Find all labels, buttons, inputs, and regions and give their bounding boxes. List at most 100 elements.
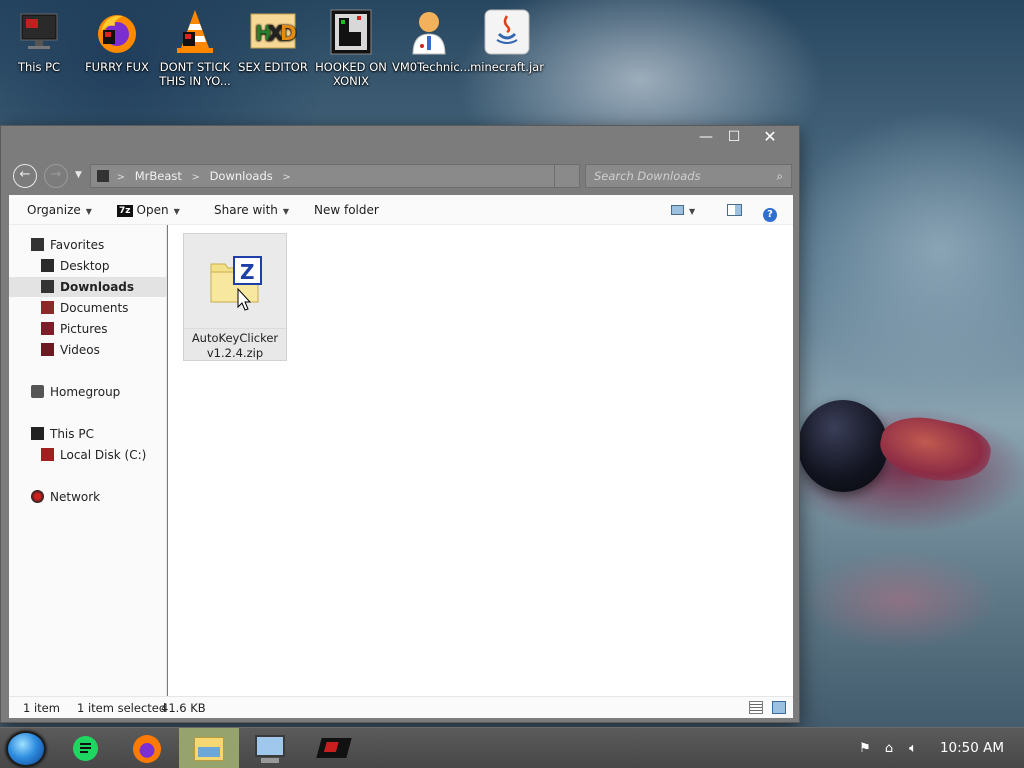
pictures-icon xyxy=(41,322,54,335)
address-history-button[interactable] xyxy=(554,164,580,188)
nav-item-pictures[interactable]: Pictures xyxy=(9,319,167,339)
svg-text:Z: Z xyxy=(240,260,255,284)
file-thumbnail: Z xyxy=(184,234,286,329)
desktop-icon-label: HOOKED ON XONIX xyxy=(315,60,387,88)
search-placeholder: Search Downloads xyxy=(594,169,701,183)
desktop-icon-furry-fux[interactable]: FURRY FUX xyxy=(80,8,154,74)
breadcrumb-item-downloads[interactable]: Downloads xyxy=(210,169,273,183)
nav-item-label: Local Disk (C:) xyxy=(60,448,147,462)
nav-item-label: Pictures xyxy=(60,322,108,336)
new-folder-button[interactable]: New folder xyxy=(308,195,385,225)
open-button[interactable]: 7z Open ▼ xyxy=(111,195,186,225)
desktop-folder-icon xyxy=(41,259,54,272)
chevron-down-icon: ▼ xyxy=(282,207,290,216)
change-view-button[interactable]: ▼ xyxy=(665,195,701,225)
help-button[interactable]: ? xyxy=(757,195,783,225)
breadcrumb-separator: > xyxy=(191,172,200,183)
minimize-button[interactable]: — xyxy=(691,126,721,148)
search-icon[interactable]: ⌕ xyxy=(777,165,783,187)
details-view-icon[interactable] xyxy=(749,701,763,714)
desktop-icon-hooked-on-xonix[interactable]: HOOKED ON XONIX xyxy=(314,8,388,88)
desktop-icon-label: SEX EDITOR xyxy=(238,60,308,74)
monitor-icon xyxy=(15,8,63,56)
close-button[interactable]: ✕ xyxy=(755,126,785,148)
taskbar-app-red[interactable] xyxy=(303,728,363,768)
nav-item-label: Desktop xyxy=(60,259,110,273)
view-icon xyxy=(671,205,684,215)
java-icon xyxy=(483,8,531,56)
desktop-icon-vm0technic[interactable]: VM0Technic... xyxy=(392,8,471,74)
disk-drive-icon xyxy=(41,448,54,461)
title-bar[interactable]: — ☐ ✕ xyxy=(1,126,799,158)
7zip-icon: 7z xyxy=(117,204,133,217)
desktop-icon-vlc[interactable]: DONT STICK THIS IN YO... xyxy=(158,8,232,88)
network-icon[interactable]: ⌂ xyxy=(881,741,897,757)
address-bar[interactable]: > MrBeast > Downloads > xyxy=(90,164,580,188)
chevron-down-icon: ▼ xyxy=(75,170,82,180)
desktop-icon-label: FURRY FUX xyxy=(85,60,149,74)
nav-item-documents[interactable]: Documents xyxy=(9,298,167,318)
nav-item-favorites[interactable]: Favorites xyxy=(9,235,167,255)
zip-archive-icon: Z xyxy=(210,256,262,311)
network-icon xyxy=(31,490,44,503)
desktop-icon-this-pc[interactable]: This PC xyxy=(2,8,76,74)
xonix-game-icon xyxy=(327,8,375,56)
share-with-button[interactable]: Share with ▼ xyxy=(208,195,295,225)
firefox-icon xyxy=(133,735,161,763)
taskbar-app-remote-desktop[interactable] xyxy=(241,728,301,768)
taskbar-app-file-explorer[interactable] xyxy=(179,728,239,768)
nav-item-label: Homegroup xyxy=(50,385,121,399)
favorites-icon xyxy=(31,238,44,251)
search-input[interactable]: Search Downloads ⌕ xyxy=(585,164,792,188)
maximize-button[interactable]: ☐ xyxy=(719,126,749,148)
organize-button[interactable]: Organize ▼ xyxy=(21,195,98,225)
nav-item-label: Videos xyxy=(60,343,100,357)
monitor-icon xyxy=(31,427,44,440)
svg-text:D: D xyxy=(280,21,297,45)
file-item[interactable]: Z AutoKeyClicker v1.2.4.zip xyxy=(183,233,287,361)
vlc-cone-icon xyxy=(171,8,219,56)
volume-icon[interactable]: 🔈︎ xyxy=(905,741,921,757)
back-button[interactable]: ← xyxy=(13,164,37,188)
breadcrumb-item-mrbeast[interactable]: MrBeast xyxy=(135,169,182,183)
preview-pane-button[interactable] xyxy=(721,195,748,225)
desktop-icon-sex-editor[interactable]: H X D SEX EDITOR xyxy=(236,8,310,74)
nav-item-label: Favorites xyxy=(50,238,105,252)
nav-item-downloads[interactable]: Downloads xyxy=(9,277,167,297)
arrow-right-icon: → xyxy=(50,167,62,182)
file-name-line2: v1.2.4.zip xyxy=(206,346,264,360)
desktop-icon-minecraft-jar[interactable]: minecraft.jar xyxy=(470,8,544,74)
breadcrumb-separator: > xyxy=(116,172,126,183)
downloads-icon xyxy=(41,280,54,293)
nav-item-label: Network xyxy=(50,490,101,504)
chevron-down-icon[interactable]: ▼ xyxy=(174,207,180,216)
recent-locations-button[interactable]: ▼ xyxy=(75,170,82,180)
large-icons-view-icon[interactable] xyxy=(772,701,786,714)
desktop-icon-label: This PC xyxy=(17,60,61,74)
action-center-flag-icon[interactable]: ⚑ xyxy=(857,741,873,757)
selection-status: 1 item selected xyxy=(77,701,167,715)
location-icon xyxy=(97,170,109,182)
start-button[interactable] xyxy=(6,731,46,767)
nav-item-this-pc[interactable]: This PC xyxy=(9,424,167,444)
taskbar-app-firefox[interactable] xyxy=(117,728,177,768)
videos-icon xyxy=(41,343,54,356)
hxd-editor-icon: H X D xyxy=(249,8,297,56)
arrow-left-icon: ← xyxy=(19,167,31,182)
documents-icon xyxy=(41,301,54,314)
breadcrumb-separator: > xyxy=(282,172,291,183)
nav-item-network[interactable]: Network xyxy=(9,487,167,507)
red-app-icon xyxy=(316,738,352,758)
system-clock[interactable]: 10:50 AM xyxy=(934,728,1010,768)
nav-item-videos[interactable]: Videos xyxy=(9,340,167,360)
nav-item-desktop[interactable]: Desktop xyxy=(9,256,167,276)
nav-item-homegroup[interactable]: Homegroup xyxy=(9,382,167,402)
nav-item-local-disk[interactable]: Local Disk (C:) xyxy=(9,445,167,465)
forward-button[interactable]: → xyxy=(44,164,68,188)
chevron-down-icon[interactable]: ▼ xyxy=(689,207,695,216)
help-icon: ? xyxy=(763,208,777,222)
file-name-line1: AutoKeyClicker xyxy=(191,331,279,345)
explorer-window[interactable]: — ☐ ✕ ← → ▼ > MrBeast > Downloads > Sear… xyxy=(0,125,800,723)
taskbar-app-notes[interactable] xyxy=(55,728,115,768)
file-list[interactable]: Z AutoKeyClicker v1.2.4.zip xyxy=(168,225,793,696)
